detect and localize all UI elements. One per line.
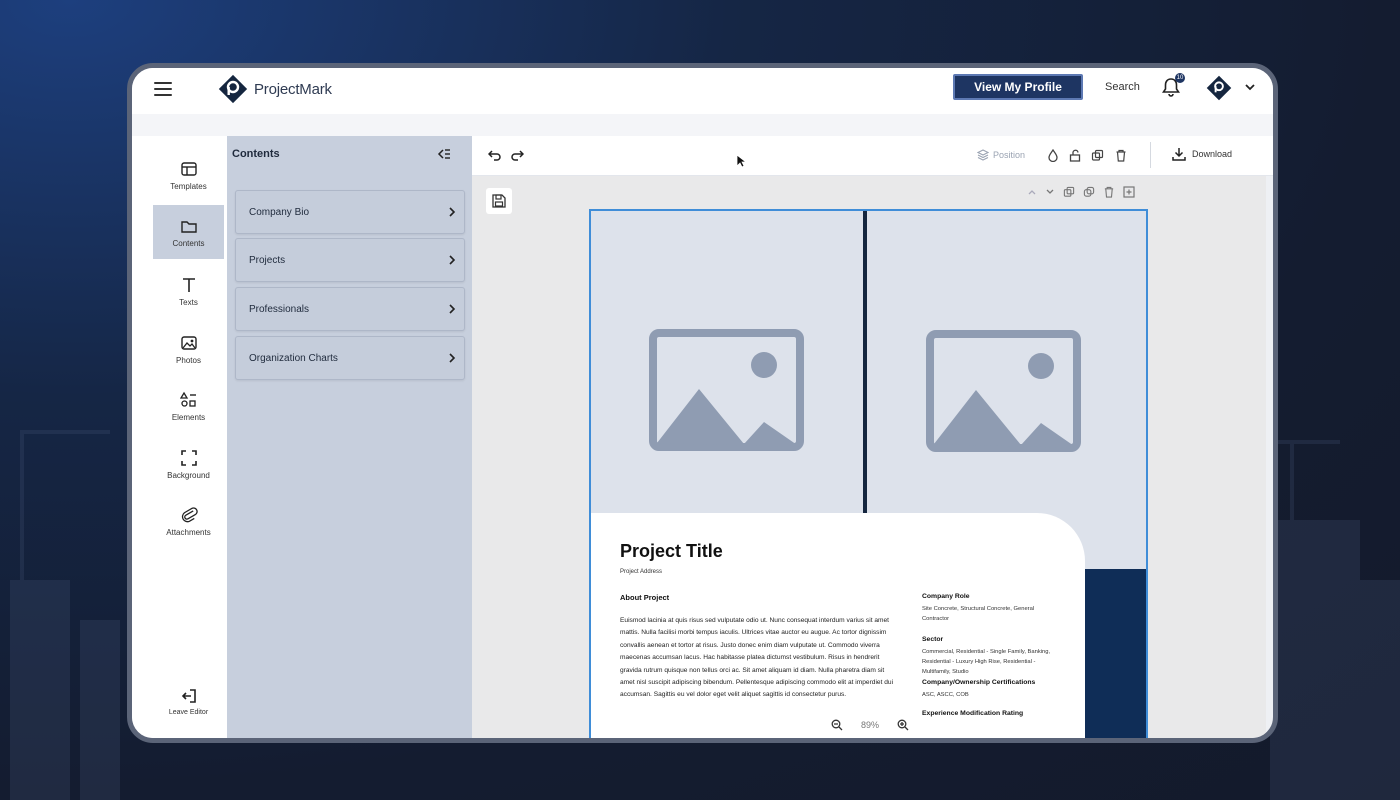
- detail-value[interactable]: ASC, ASCC, COB: [922, 690, 1062, 700]
- projectmark-avatar-icon: [1206, 75, 1232, 101]
- app-window: ProjectMark View My Profile Search 10 Te: [127, 63, 1278, 743]
- rail-label: Templates: [170, 181, 207, 191]
- redo-icon[interactable]: [510, 149, 524, 161]
- paperclip-icon: [181, 506, 198, 522]
- rail-item-contents[interactable]: Contents: [153, 205, 224, 259]
- projectmark-logo-icon: [218, 74, 248, 104]
- save-icon: [492, 194, 506, 208]
- contents-item-projects[interactable]: Projects: [235, 238, 465, 282]
- tool-rail: Templates Contents Texts Photos Elements…: [132, 136, 227, 738]
- rail-item-templates[interactable]: Templates: [153, 148, 224, 202]
- notification-badge: 10: [1175, 73, 1185, 83]
- template-icon: [180, 161, 197, 176]
- notifications-button[interactable]: 10: [1160, 73, 1185, 98]
- image-placeholder-icon: [926, 330, 1081, 452]
- detail-value[interactable]: Commercial, Residential - Single Family,…: [922, 647, 1062, 677]
- rail-item-texts[interactable]: Texts: [153, 264, 224, 318]
- document-page[interactable]: Project Title Project Address About Proj…: [589, 209, 1148, 738]
- contents-item-label: Professionals: [249, 303, 310, 315]
- copy-page-icon[interactable]: [1063, 186, 1075, 198]
- chevron-right-icon: [449, 207, 456, 217]
- position-label: Position: [993, 150, 1026, 160]
- editor-toolbar: Position Download: [472, 136, 1273, 176]
- editor-canvas[interactable]: Project Title Project Address About Proj…: [472, 176, 1266, 738]
- download-button[interactable]: Download: [1172, 147, 1232, 161]
- app-name: ProjectMark: [254, 80, 332, 98]
- rail-item-attachments[interactable]: Attachments: [153, 494, 224, 548]
- text-icon: [182, 277, 195, 292]
- project-details-column: Company Role Site Concrete, Structural C…: [922, 593, 1062, 717]
- zoom-out-icon[interactable]: [831, 719, 843, 731]
- duplicate-page-icon[interactable]: [1083, 186, 1095, 198]
- collapse-panel-icon[interactable]: [437, 148, 451, 160]
- layers-icon: [977, 149, 989, 161]
- exit-icon: [181, 689, 196, 703]
- top-bar: ProjectMark View My Profile Search 10: [132, 68, 1273, 114]
- add-page-icon[interactable]: [1123, 186, 1135, 198]
- delete-page-icon[interactable]: [1103, 186, 1115, 198]
- photo-icon: [180, 335, 197, 350]
- search-link[interactable]: Search: [1105, 81, 1140, 93]
- undo-icon[interactable]: [488, 149, 502, 161]
- zoom-level: 89%: [860, 720, 879, 730]
- about-heading[interactable]: About Project: [620, 593, 669, 602]
- mouse-cursor-icon: [736, 154, 746, 168]
- rail-item-photos[interactable]: Photos: [153, 322, 224, 376]
- chevron-right-icon: [449, 255, 456, 265]
- trash-icon[interactable]: [1115, 149, 1127, 162]
- rail-item-background[interactable]: Background: [153, 437, 224, 491]
- leave-editor-label: Leave Editor: [168, 709, 209, 716]
- toolbar-divider: [1150, 142, 1151, 168]
- download-icon: [1172, 148, 1186, 161]
- panel-title: Contents: [232, 148, 280, 160]
- image-placeholder-icon: [649, 329, 804, 451]
- chevron-up-icon[interactable]: [1027, 187, 1037, 197]
- unlock-icon[interactable]: [1069, 149, 1081, 162]
- contents-item-company-bio[interactable]: Company Bio: [235, 190, 465, 234]
- rail-label: Texts: [179, 297, 198, 307]
- background-icon: [180, 449, 197, 466]
- rail-label: Background: [167, 470, 210, 480]
- detail-heading[interactable]: Sector: [922, 636, 1062, 643]
- zoom-control: 89%: [827, 715, 913, 735]
- rail-item-elements[interactable]: Elements: [153, 379, 224, 433]
- project-address[interactable]: Project Address: [620, 569, 662, 575]
- save-button[interactable]: [486, 188, 512, 214]
- sub-bar: [132, 114, 1273, 136]
- folder-icon: [180, 220, 197, 233]
- page-tools: [1027, 186, 1135, 198]
- about-text[interactable]: Euismod lacinia at quis risus sed vulput…: [620, 615, 895, 702]
- view-my-profile-button[interactable]: View My Profile: [953, 74, 1083, 100]
- download-label: Download: [1192, 149, 1233, 159]
- detail-heading[interactable]: Company Role: [922, 593, 1062, 600]
- chevron-right-icon: [449, 353, 456, 363]
- leave-editor-button[interactable]: Leave Editor: [153, 687, 224, 716]
- user-avatar[interactable]: [1206, 75, 1232, 106]
- zoom-in-icon[interactable]: [897, 719, 909, 731]
- rail-label: Contents: [172, 238, 205, 248]
- project-title[interactable]: Project Title: [620, 541, 723, 562]
- opacity-drop-icon[interactable]: [1047, 149, 1059, 162]
- contents-item-label: Organization Charts: [249, 352, 338, 364]
- contents-panel: Contents Company Bio Projects Profession…: [227, 136, 472, 738]
- rail-label: Attachments: [166, 527, 211, 537]
- contents-item-label: Company Bio: [249, 206, 310, 218]
- detail-heading[interactable]: Company/Ownership Certifications: [922, 679, 1062, 686]
- project-info-card[interactable]: Project Title Project Address About Proj…: [591, 513, 1085, 738]
- contents-item-organization-charts[interactable]: Organization Charts: [235, 336, 465, 380]
- rail-label: Photos: [176, 355, 201, 365]
- app-logo[interactable]: ProjectMark: [218, 74, 332, 104]
- duplicate-icon[interactable]: [1091, 149, 1104, 162]
- detail-value[interactable]: Site Concrete, Structural Concrete, Gene…: [922, 604, 1062, 624]
- position-button[interactable]: Position: [977, 149, 1025, 161]
- contents-item-label: Projects: [249, 254, 286, 266]
- detail-heading[interactable]: Experience Modification Rating: [922, 710, 1062, 717]
- menu-icon[interactable]: [154, 82, 172, 96]
- chevron-down-icon[interactable]: [1244, 81, 1256, 93]
- elements-icon: [179, 391, 196, 407]
- chevron-right-icon: [449, 304, 456, 314]
- rail-label: Elements: [171, 412, 206, 422]
- chevron-down-icon[interactable]: [1045, 187, 1055, 197]
- contents-item-professionals[interactable]: Professionals: [235, 287, 465, 331]
